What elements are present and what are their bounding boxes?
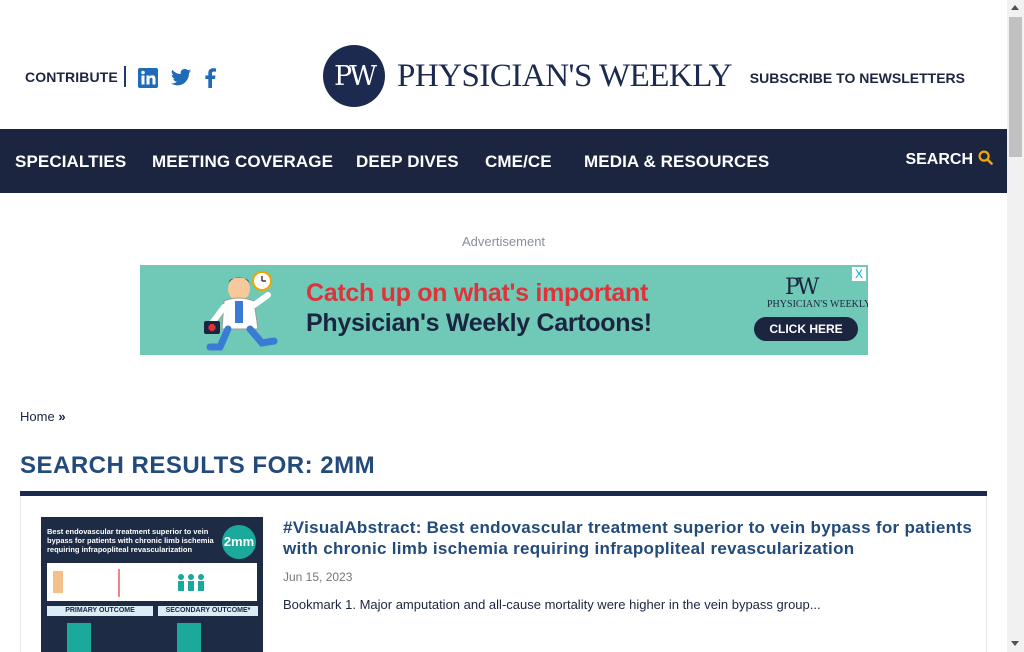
logo-mark: PW — [323, 45, 385, 107]
doctor-cartoon — [204, 271, 278, 351]
ad-click-here-button[interactable]: CLICK HERE — [754, 317, 858, 341]
facebook-icon[interactable] — [203, 68, 217, 88]
scroll-thumb[interactable] — [1009, 17, 1022, 157]
nav-meeting-coverage[interactable]: MEETING COVERAGE — [152, 152, 333, 172]
thumb-study-graphic — [53, 569, 204, 597]
nav-media-resources[interactable]: MEDIA & RESOURCES — [584, 152, 769, 172]
result-date: Jun 15, 2023 — [283, 570, 353, 584]
thumb-badge: 2mm — [222, 525, 256, 559]
contribute-link[interactable]: CONTRIBUTE — [25, 69, 118, 85]
search-button[interactable]: SEARCH — [905, 150, 993, 170]
thumb-secondary-outcome: SECONDARY OUTCOME* — [158, 606, 258, 616]
search-result-card: Best endovascular treatment superior to … — [20, 496, 987, 652]
ad-banner[interactable]: Catch up on what's important Physician's… — [140, 265, 868, 355]
result-excerpt: Bookmark 1. Major amputation and all-cau… — [283, 597, 821, 612]
result-title-link[interactable]: #VisualAbstract: Best endovascular treat… — [283, 517, 973, 559]
breadcrumb-home[interactable]: Home — [20, 409, 55, 424]
logo-text: PHYSICIAN'S WEEKLY — [397, 58, 732, 94]
breadcrumb: Home » — [20, 409, 66, 424]
thumb-heading: Best endovascular treatment superior to … — [47, 527, 214, 554]
ad-headline: Catch up on what's important — [306, 279, 648, 307]
ad-subline: Physician's Weekly Cartoons! — [306, 309, 652, 337]
nav-deep-dives[interactable]: DEEP DIVES — [356, 152, 459, 172]
thumb-primary-outcome: PRIMARY OUTCOME — [47, 606, 153, 616]
site-header: CONTRIBUTE PW PHYSICIAN'S WEEKLY SUBSCRI… — [0, 0, 1007, 129]
result-thumbnail[interactable]: Best endovascular treatment superior to … — [41, 517, 263, 652]
ad-close-icon[interactable]: X — [852, 267, 866, 281]
ad-logo-text: PHYSICIAN'S WEEKLY — [767, 299, 868, 310]
nav-cme-ce[interactable]: CME/CE — [485, 152, 552, 172]
search-icon — [978, 150, 993, 170]
search-label: SEARCH — [905, 151, 973, 168]
page-title: SEARCH RESULTS FOR: 2MM — [20, 452, 376, 479]
scroll-down-icon[interactable] — [1011, 641, 1019, 646]
main-nav: SPECIALTIES MEETING COVERAGE DEEP DIVES … — [0, 129, 1007, 193]
scroll-up-icon[interactable] — [1011, 5, 1019, 10]
linkedin-icon[interactable] — [138, 68, 158, 88]
breadcrumb-separator: » — [58, 409, 66, 424]
twitter-icon[interactable] — [170, 68, 192, 88]
header-divider — [124, 66, 126, 87]
subscribe-newsletters-link[interactable]: SUBSCRIBE TO NEWSLETTERS — [750, 70, 965, 86]
page-scrollbar[interactable] — [1007, 0, 1024, 652]
ad-logo-mark: PW — [785, 275, 819, 300]
nav-specialties[interactable]: SPECIALTIES — [15, 152, 126, 172]
thumb-bar-secondary — [177, 623, 201, 652]
advertisement-label: Advertisement — [461, 234, 546, 249]
thumb-bar-primary — [67, 623, 91, 652]
